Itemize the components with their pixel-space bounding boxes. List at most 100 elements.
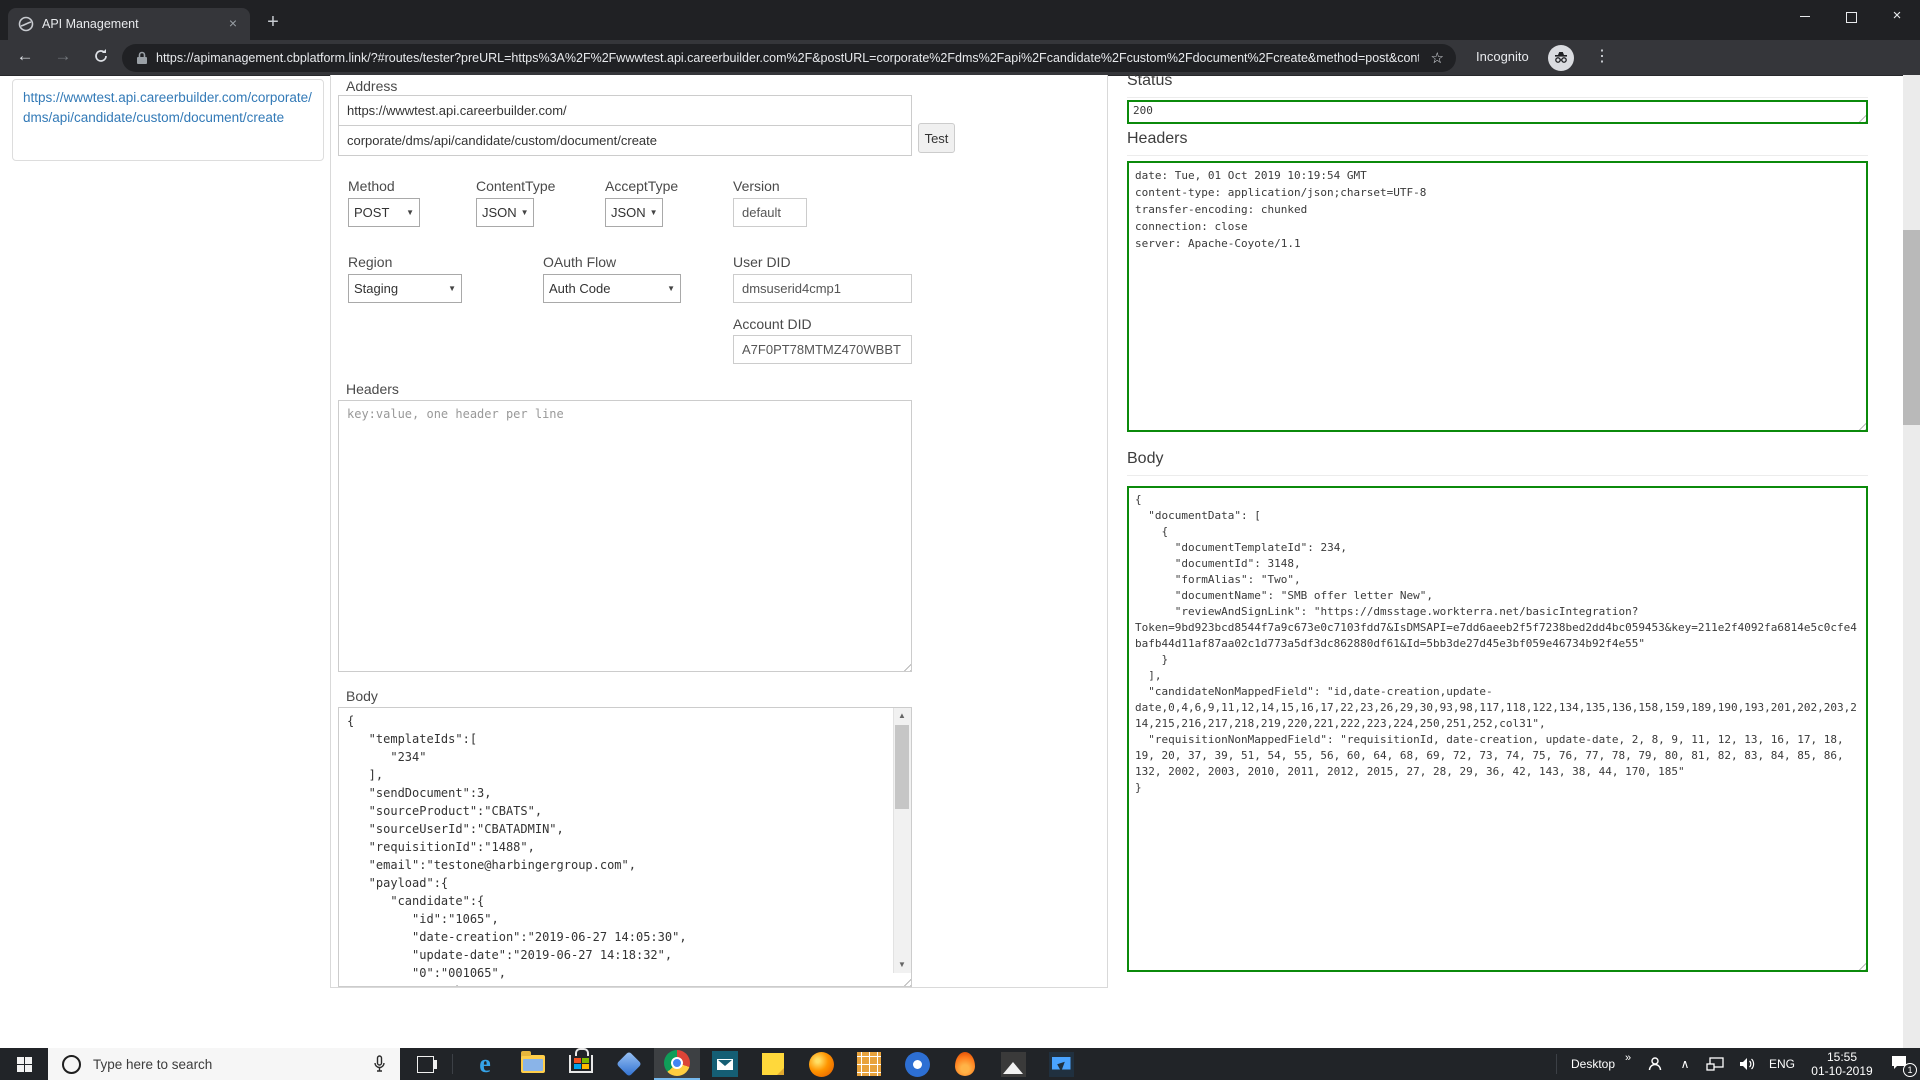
sticky-note-icon xyxy=(762,1053,784,1075)
desktop-label: Desktop xyxy=(1570,1057,1616,1071)
browser-tab[interactable]: API Management × xyxy=(8,8,250,40)
firefox-icon xyxy=(808,1051,834,1077)
method-select[interactable]: POST ▼ xyxy=(348,198,420,227)
window-restore-button[interactable] xyxy=(1828,0,1874,34)
resize-grip-icon[interactable] xyxy=(1855,419,1866,430)
people-icon[interactable] xyxy=(1640,1048,1670,1080)
content-type-value: JSON xyxy=(482,205,517,220)
request-body-text: { "templateIds":[ "234" ], "sendDocument… xyxy=(347,714,687,986)
browser-menu-icon[interactable]: ⋮ xyxy=(1592,46,1612,66)
bookmark-star-icon[interactable]: ☆ xyxy=(1431,49,1444,67)
taskbar-app-screen[interactable] xyxy=(1038,1048,1084,1080)
address-label: Address xyxy=(346,78,398,94)
cortana-icon xyxy=(62,1054,81,1074)
taskbar-app-blue-crystal[interactable] xyxy=(606,1048,652,1080)
resize-grip-icon[interactable] xyxy=(1855,959,1866,970)
language-label: ENG xyxy=(1768,1057,1795,1071)
request-body-textarea[interactable]: { "templateIds":[ "234" ], "sendDocument… xyxy=(338,707,912,987)
toolbar-more-icon[interactable]: » xyxy=(1620,1042,1636,1074)
scrollbar-thumb[interactable] xyxy=(895,725,909,809)
window-minimize-button[interactable] xyxy=(1782,0,1828,34)
network-icon[interactable] xyxy=(1700,1048,1730,1080)
taskbar-search-box[interactable]: Type here to search xyxy=(48,1048,400,1080)
taskbar-app-edge[interactable]: e xyxy=(462,1048,508,1080)
user-did-input[interactable]: dmsuserid4cmp1 xyxy=(733,274,912,303)
chevron-down-icon: ▼ xyxy=(520,208,529,217)
request-headers-textarea[interactable]: key:value, one header per line xyxy=(338,400,912,672)
action-center-button[interactable]: 1 xyxy=(1884,1048,1918,1080)
taskbar-app-notes[interactable] xyxy=(750,1048,796,1080)
tab-title: API Management xyxy=(42,17,139,31)
window-close-button[interactable]: × xyxy=(1874,0,1920,34)
mail-icon xyxy=(712,1051,738,1077)
response-body-label: Body xyxy=(1127,450,1868,476)
response-headers-box[interactable]: date: Tue, 01 Oct 2019 10:19:54 GMT cont… xyxy=(1127,161,1868,432)
tray-chevron-up-icon[interactable]: ∧ xyxy=(1672,1048,1698,1080)
response-headers-text: date: Tue, 01 Oct 2019 10:19:54 GMT cont… xyxy=(1135,169,1427,250)
forward-icon[interactable]: → xyxy=(50,46,76,66)
response-status-box[interactable]: 200 xyxy=(1127,100,1868,124)
task-view-icon xyxy=(416,1055,437,1073)
reload-icon[interactable] xyxy=(88,48,114,69)
accept-type-select[interactable]: JSON ▼ xyxy=(605,198,663,227)
oauth-flow-label: OAuth Flow xyxy=(543,254,617,270)
routes-list-item: https://wwwtest.api.careerbuilder.com/co… xyxy=(12,79,324,161)
region-select[interactable]: Staging ▼ xyxy=(348,274,462,303)
taskbar-app-mail[interactable] xyxy=(702,1048,748,1080)
blue-screen-icon xyxy=(1048,1051,1074,1077)
oauth-flow-select[interactable]: Auth Code ▼ xyxy=(543,274,681,303)
tab-close-icon[interactable]: × xyxy=(224,15,242,33)
account-did-input[interactable]: A7F0PT78MTMZ470WBBT xyxy=(733,335,912,364)
route-link[interactable]: https://wwwtest.api.careerbuilder.com/co… xyxy=(23,90,312,125)
chrome-icon xyxy=(664,1050,690,1076)
response-status-label: Status xyxy=(1127,72,1868,98)
page-scrollbar-thumb[interactable] xyxy=(1903,230,1920,425)
windows-taskbar: Type here to search e Desktop » ∧ ENG 15… xyxy=(0,1048,1920,1080)
taskbar-app-orange-tile[interactable] xyxy=(846,1048,892,1080)
back-icon[interactable]: ← xyxy=(12,46,38,66)
headers-placeholder: key:value, one header per line xyxy=(347,407,564,421)
lock-icon xyxy=(137,51,147,64)
taskbar-app-blue-circle[interactable] xyxy=(894,1048,940,1080)
request-headers-label: Headers xyxy=(346,381,399,397)
resize-grip-icon[interactable] xyxy=(900,660,911,671)
taskbar-app-firefox[interactable] xyxy=(798,1048,844,1080)
address-bar[interactable]: https://apimanagement.cbplatform.link/?#… xyxy=(122,44,1456,72)
version-input[interactable]: default xyxy=(733,198,807,227)
test-button[interactable]: Test xyxy=(918,123,955,153)
content-type-select[interactable]: JSON ▼ xyxy=(476,198,534,227)
edge-icon: e xyxy=(479,1049,491,1078)
taskbar-app-chrome-active[interactable] xyxy=(654,1048,700,1080)
page-scrollbar[interactable] xyxy=(1903,75,1920,1048)
desktop-toolbar[interactable]: Desktop xyxy=(1564,1048,1622,1080)
browser-tab-bar: API Management × + × xyxy=(0,0,1920,40)
language-indicator[interactable]: ENG xyxy=(1764,1048,1800,1080)
taskbar-app-store[interactable] xyxy=(558,1048,604,1080)
task-view-button[interactable] xyxy=(402,1048,448,1080)
accept-type-value: JSON xyxy=(611,205,646,220)
taskbar-app-flame[interactable] xyxy=(942,1048,988,1080)
scroll-up-icon[interactable]: ▲ xyxy=(894,708,910,724)
incognito-label: Incognito xyxy=(1476,49,1529,64)
microphone-icon[interactable] xyxy=(373,1055,386,1073)
path-input[interactable]: corporate/dms/api/candidate/custom/docum… xyxy=(338,125,912,156)
start-button[interactable] xyxy=(0,1048,48,1080)
taskbar-app-file-explorer[interactable] xyxy=(510,1048,556,1080)
notification-badge: 1 xyxy=(1903,1063,1917,1077)
speaker-icon[interactable] xyxy=(1732,1048,1762,1080)
base-url-input[interactable]: https://wwwtest.api.careerbuilder.com/ xyxy=(338,95,912,126)
clock[interactable]: 15:55 01-10-2019 xyxy=(1802,1048,1882,1080)
response-body-box[interactable]: { "documentData": [ { "documentTemplateI… xyxy=(1127,486,1868,972)
method-value: POST xyxy=(354,205,390,220)
store-bag-icon xyxy=(569,1048,593,1073)
request-body-label: Body xyxy=(346,688,378,704)
chevron-down-icon: ▼ xyxy=(448,284,456,293)
url-text: https://apimanagement.cbplatform.link/?#… xyxy=(156,51,1419,65)
chevron-down-icon: ▼ xyxy=(406,208,414,217)
windows-logo-icon xyxy=(16,1056,32,1072)
blue-circle-icon xyxy=(904,1051,930,1077)
textarea-scrollbar[interactable]: ▲ ▼ xyxy=(893,708,911,973)
new-tab-button[interactable]: + xyxy=(260,10,286,36)
scroll-down-icon[interactable]: ▼ xyxy=(894,957,910,973)
taskbar-app-photos[interactable] xyxy=(990,1048,1036,1080)
